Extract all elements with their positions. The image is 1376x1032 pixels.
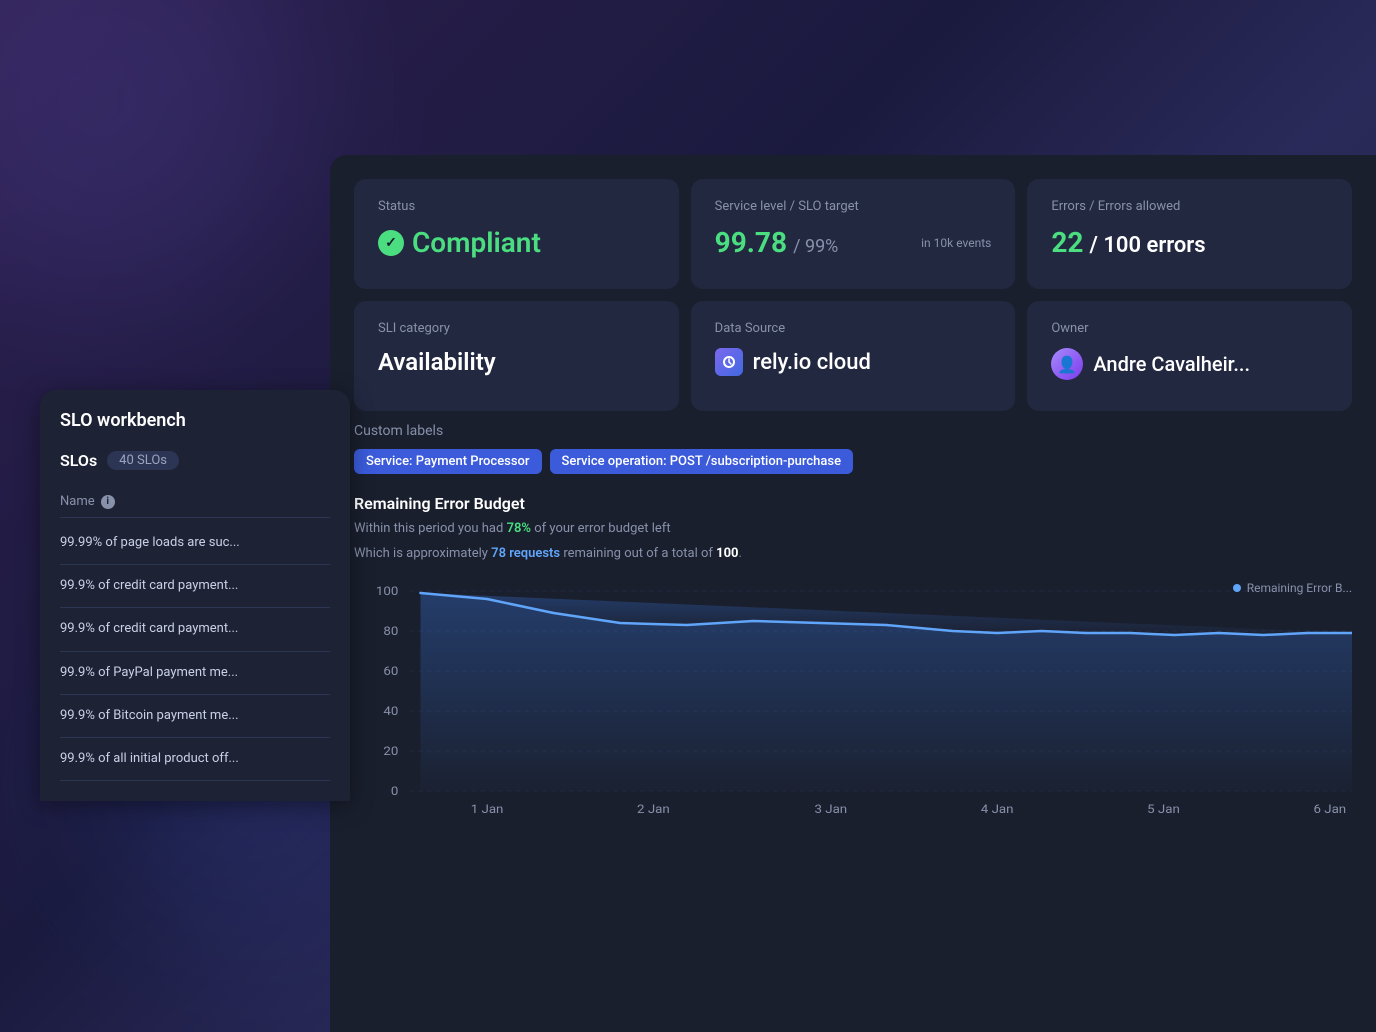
desc2-suffix: . [739,546,742,561]
error-budget-chart: 100 80 60 40 20 0 1 Jan 2 Jan 3 Jan 4 Ja… [354,581,1352,821]
desc2-prefix: Which is approximately [354,546,491,561]
slo-list-item[interactable]: 99.9% of PayPal payment me... [60,652,330,695]
status-label: Status [378,199,655,214]
errors-allowed: / 100 errors [1089,233,1205,258]
error-budget-desc1: Within this period you had 78% of your e… [354,519,1352,540]
sli-value: Availability [378,348,655,376]
slo-list-item[interactable]: 99.9% of Bitcoin payment me... [60,695,330,738]
metrics-row-1: Status Compliant Service level / SLO tar… [354,179,1352,289]
error-budget-desc2: Which is approximately 78 requests remai… [354,544,1352,565]
sidebar-panel: SLO workbench SLOs 40 SLOs Name i 99.99%… [40,390,350,801]
desc2-highlight: 78 requests [491,546,560,561]
owner-avatar: 👤 [1051,348,1083,380]
errors-row: 22 / 100 errors [1051,226,1328,259]
svg-text:20: 20 [383,744,398,758]
labels-row: Service: Payment Processor Service opera… [354,449,1352,474]
desc2-middle: remaining out of a total of [560,546,716,561]
slos-badge: 40 SLOs [107,451,179,470]
custom-labels-title: Custom labels [354,423,1352,439]
owner-card: Owner 👤 Andre Cavalheir... [1027,301,1352,411]
slo-list-item[interactable]: 99.9% of credit card payment... [60,608,330,651]
data-source-value: rely.io cloud [753,350,871,375]
service-level-target: / 99% [793,236,838,257]
data-source-card: Data Source rely.io cloud [691,301,1016,411]
service-level-row: 99.78 / 99% in 10k events [715,226,992,259]
owner-row: 👤 Andre Cavalheir... [1051,348,1328,380]
errors-value: 22 [1051,226,1083,259]
sli-category-card: SLI category Availability [354,301,679,411]
legend-label: Remaining Error B... [1247,581,1352,595]
legend-dot [1233,584,1241,592]
chart-legend: Remaining Error B... [1233,581,1352,595]
svg-text:60: 60 [383,664,398,678]
svg-text:2 Jan: 2 Jan [637,802,670,816]
svg-text:1 Jan: 1 Jan [471,802,504,816]
status-card: Status Compliant [354,179,679,289]
desc1-suffix: of your error budget left [531,521,671,536]
sli-label: SLI category [378,321,655,336]
errors-label: Errors / Errors allowed [1051,199,1328,214]
slos-label: SLOs [60,451,97,470]
table-header: Name i [60,486,330,518]
svg-text:80: 80 [383,624,398,638]
svg-text:3 Jan: 3 Jan [814,802,847,816]
slo-list-item[interactable]: 99.9% of credit card payment... [60,565,330,608]
svg-text:5 Jan: 5 Jan [1147,802,1180,816]
data-source-label: Data Source [715,321,992,336]
slo-list-item[interactable]: 99.9% of all initial product off... [60,738,330,781]
status-value: Compliant [378,226,655,259]
status-text: Compliant [412,226,541,259]
chart-container: Remaining Error B... 100 80 60 40 20 0 1… [354,581,1352,841]
service-level-card: Service level / SLO target 99.78 / 99% i… [691,179,1016,289]
slos-header: SLOs 40 SLOs [60,451,330,470]
svg-text:0: 0 [391,784,398,798]
label-tag-1[interactable]: Service operation: POST /subscription-pu… [550,449,854,474]
metrics-row-2: SLI category Availability Data Source re… [354,301,1352,411]
desc1-highlight: 78% [507,521,531,536]
owner-name: Andre Cavalheir... [1093,352,1250,376]
svg-text:100: 100 [376,584,398,598]
svg-text:6 Jan: 6 Jan [1313,802,1346,816]
sidebar-title: SLO workbench [60,410,330,431]
label-tag-0[interactable]: Service: Payment Processor [354,449,542,474]
slo-list: 99.99% of page loads are suc... 99.9% of… [60,522,330,781]
svg-text:4 Jan: 4 Jan [981,802,1014,816]
compliant-icon [378,230,404,256]
desc2-bold: 100 [716,546,738,561]
svg-text:40: 40 [383,704,398,718]
error-budget-title: Remaining Error Budget [354,494,1352,513]
owner-label: Owner [1051,321,1328,336]
custom-labels-section: Custom labels Service: Payment Processor… [354,423,1352,474]
service-level-label: Service level / SLO target [715,199,992,214]
desc1-prefix: Within this period you had [354,521,507,536]
errors-card: Errors / Errors allowed 22 / 100 errors [1027,179,1352,289]
slo-list-item[interactable]: 99.99% of page loads are suc... [60,522,330,565]
error-budget-section: Remaining Error Budget Within this perio… [354,494,1352,841]
service-level-suffix: in 10k events [921,236,991,250]
info-icon: i [101,495,115,509]
main-panel: Status Compliant Service level / SLO tar… [330,155,1376,1032]
data-source-row: rely.io cloud [715,348,992,376]
rely-logo-icon [715,348,743,376]
service-level-value: 99.78 [715,226,787,259]
table-header-label: Name [60,494,95,509]
